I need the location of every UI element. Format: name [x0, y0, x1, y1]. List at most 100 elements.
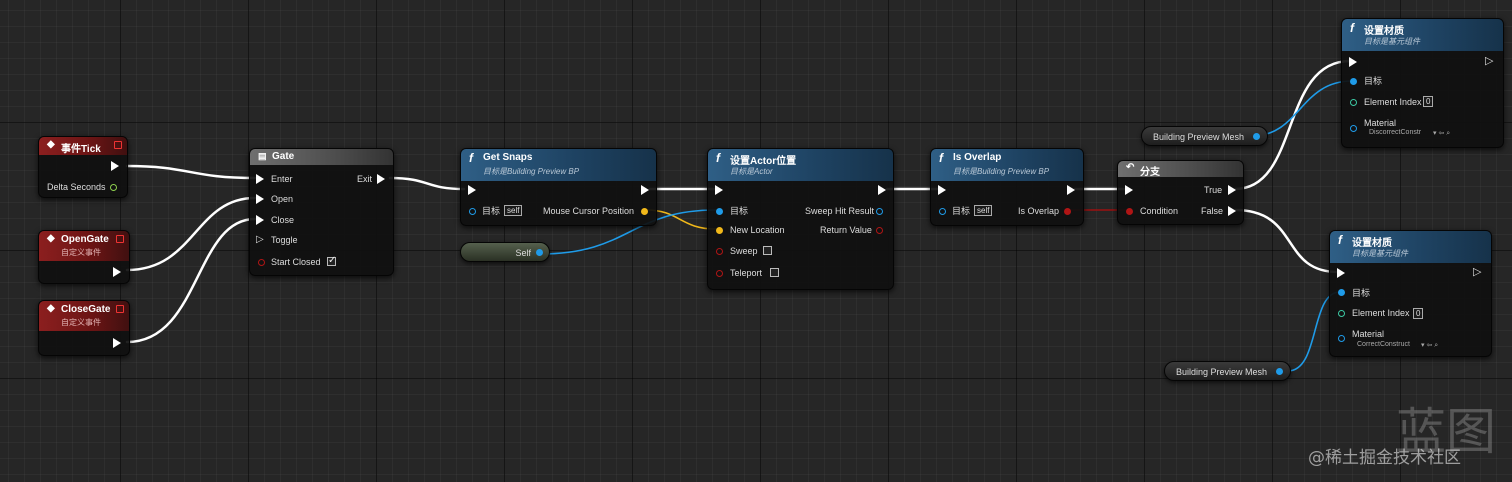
event-tick-exec-out[interactable]	[111, 161, 119, 171]
branch-node[interactable]: ↶ 分支 Condition True False	[1117, 160, 1244, 225]
close-gate-delegate-pin[interactable]	[116, 305, 124, 313]
start-closed-checkbox[interactable]	[327, 255, 336, 266]
get-snaps-exec-in[interactable]	[468, 185, 476, 195]
teleport-label: Teleport	[730, 268, 763, 278]
event-tick-delegate-pin[interactable]	[114, 141, 122, 149]
set-actor-location-target-pin[interactable]	[716, 208, 723, 215]
mouse-cursor-position-label: Mouse Cursor Position	[543, 206, 635, 216]
set-material-bottom-material-pin[interactable]	[1338, 335, 1345, 342]
building-preview-mesh-bottom-pin[interactable]	[1276, 368, 1283, 375]
sweep-checkbox[interactable]	[763, 246, 772, 255]
gate-toggle-pin-icon[interactable]: ▷	[256, 233, 264, 247]
mouse-cursor-position-pin[interactable]	[641, 208, 648, 215]
set-material-top-node[interactable]: f 设置材质 目标是基元组件 ▷ 目标 Element Index 0 Mate…	[1341, 18, 1504, 148]
teleport-pin[interactable]	[716, 270, 723, 277]
set-material-bottom-index-pin[interactable]	[1338, 310, 1345, 317]
building-preview-mesh-top-pin[interactable]	[1253, 133, 1260, 140]
set-material-top-exec-out[interactable]: ▷	[1485, 54, 1493, 68]
set-material-bottom-header[interactable]: f 设置材质 目标是基元组件	[1330, 231, 1491, 263]
is-overlap-exec-in[interactable]	[938, 185, 946, 195]
building-preview-mesh-bottom-node[interactable]: Building Preview Mesh	[1164, 361, 1291, 381]
set-material-bottom-index-value[interactable]: 0	[1413, 308, 1424, 319]
get-snaps-exec-out[interactable]	[641, 185, 649, 195]
close-gate-event-node[interactable]: ◆ CloseGate 自定义事件	[38, 300, 130, 356]
building-preview-mesh-top-label: Building Preview Mesh	[1153, 132, 1245, 142]
building-preview-mesh-top-node[interactable]: Building Preview Mesh	[1141, 126, 1268, 146]
return-value-pin[interactable]	[876, 227, 883, 234]
close-gate-exec-out[interactable]	[113, 338, 121, 348]
is-overlap-target-pin[interactable]	[939, 208, 946, 215]
set-material-top-index-pin[interactable]	[1350, 99, 1357, 106]
set-material-top-material-value[interactable]: DiscorrectConstr	[1369, 129, 1421, 136]
branch-title: 分支	[1140, 167, 1160, 178]
gate-enter-pin[interactable]	[256, 174, 264, 184]
set-actor-location-exec-out[interactable]	[878, 185, 886, 195]
set-material-bottom-material-value[interactable]: CorrectConstruct	[1357, 341, 1410, 348]
get-snaps-target-pin[interactable]	[469, 208, 476, 215]
branch-condition-pin[interactable]	[1126, 208, 1133, 215]
branch-header[interactable]: ↶ 分支	[1118, 161, 1243, 178]
branch-false-pin[interactable]	[1228, 206, 1236, 216]
delta-seconds-pin[interactable]	[110, 184, 117, 191]
self-reference-node[interactable]: Self	[460, 242, 550, 262]
set-material-top-subtitle: 目标是基元组件	[1364, 37, 1420, 46]
sweep-pin[interactable]	[716, 248, 723, 255]
gate-open-pin[interactable]	[256, 194, 264, 204]
gate-start-closed-pin[interactable]	[258, 259, 265, 266]
building-preview-mesh-bottom-label: Building Preview Mesh	[1176, 367, 1268, 377]
sweep-hit-result-label: Sweep Hit Result	[805, 206, 875, 216]
open-gate-delegate-pin[interactable]	[116, 235, 124, 243]
set-material-top-exec-in[interactable]	[1349, 57, 1357, 67]
get-snaps-header[interactable]: f Get Snaps 目标是Building Preview BP	[461, 149, 656, 181]
new-location-pin[interactable]	[716, 227, 723, 234]
function-f-icon: f	[1350, 21, 1354, 35]
set-material-bottom-material-dropdown-icon[interactable]: ▾ ⇦ ⌕	[1421, 341, 1438, 350]
is-overlap-exec-out[interactable]	[1067, 185, 1075, 195]
set-actor-location-header[interactable]: f 设置Actor位置 目标是Actor	[708, 149, 893, 181]
exec-wire-true-top	[1233, 59, 1352, 191]
set-material-top-target-pin[interactable]	[1350, 78, 1357, 85]
gate-title: Gate	[272, 151, 295, 162]
open-gate-exec-out[interactable]	[113, 267, 121, 277]
open-gate-header[interactable]: ◆ OpenGate 自定义事件	[39, 231, 129, 261]
is-overlap-node[interactable]: f Is Overlap 目标是Building Preview BP 目标 s…	[930, 148, 1084, 226]
branch-true-label: True	[1204, 185, 1223, 195]
is-overlap-output-pin[interactable]	[1064, 208, 1071, 215]
exec-wire-tick-enter	[125, 164, 257, 180]
branch-exec-in[interactable]	[1125, 185, 1133, 195]
set-material-top-index-value[interactable]: 0	[1423, 96, 1434, 107]
event-tick-header[interactable]: ◆ 事件Tick	[39, 137, 127, 155]
is-overlap-header[interactable]: f Is Overlap 目标是Building Preview BP	[931, 149, 1083, 181]
sweep-label: Sweep	[730, 246, 758, 256]
close-gate-header[interactable]: ◆ CloseGate 自定义事件	[39, 301, 129, 331]
set-material-bottom-exec-out[interactable]: ▷	[1473, 265, 1481, 279]
set-actor-location-node[interactable]: f 设置Actor位置 目标是Actor 目标 New Location Swe…	[707, 148, 894, 290]
set-actor-location-exec-in[interactable]	[715, 185, 723, 195]
set-material-top-material-dropdown-icon[interactable]: ▾ ⇦ ⌕	[1433, 129, 1450, 138]
branch-arrow-icon: ↶	[1126, 162, 1135, 173]
set-material-bottom-target-label: 目标	[1352, 288, 1371, 298]
set-material-bottom-node[interactable]: f 设置材质 目标是基元组件 ▷ 目标 Element Index 0 Mate…	[1329, 230, 1492, 357]
sweep-hit-result-pin[interactable]	[876, 208, 883, 215]
set-material-bottom-target-pin[interactable]	[1338, 289, 1345, 296]
is-overlap-target-label: 目标	[952, 206, 971, 216]
exec-wire-close-gate	[125, 217, 257, 344]
gate-header[interactable]: ▤ Gate	[250, 149, 393, 165]
set-material-top-material-pin[interactable]	[1350, 125, 1357, 132]
open-gate-event-node[interactable]: ◆ OpenGate 自定义事件	[38, 230, 130, 284]
set-material-top-index-label: Element Index	[1364, 97, 1422, 107]
event-tick-node[interactable]: ◆ 事件Tick Delta Seconds	[38, 136, 128, 198]
gate-node[interactable]: ▤ Gate Enter Open Close ▷ Toggle Start C…	[249, 148, 394, 276]
get-snaps-node[interactable]: f Get Snaps 目标是Building Preview BP 目标 se…	[460, 148, 657, 226]
self-label: Self	[515, 248, 531, 258]
is-overlap-target-value[interactable]: self	[974, 205, 993, 216]
teleport-checkbox[interactable]	[770, 268, 779, 277]
branch-true-pin[interactable]	[1228, 185, 1236, 195]
set-material-top-header[interactable]: f 设置材质 目标是基元组件	[1342, 19, 1503, 51]
self-output-pin[interactable]	[536, 249, 543, 256]
gate-exit-pin[interactable]	[377, 174, 385, 184]
gate-close-pin[interactable]	[256, 215, 264, 225]
set-material-bottom-exec-in[interactable]	[1337, 268, 1345, 278]
get-snaps-target-value[interactable]: self	[504, 205, 523, 216]
function-f-icon: f	[716, 151, 720, 165]
